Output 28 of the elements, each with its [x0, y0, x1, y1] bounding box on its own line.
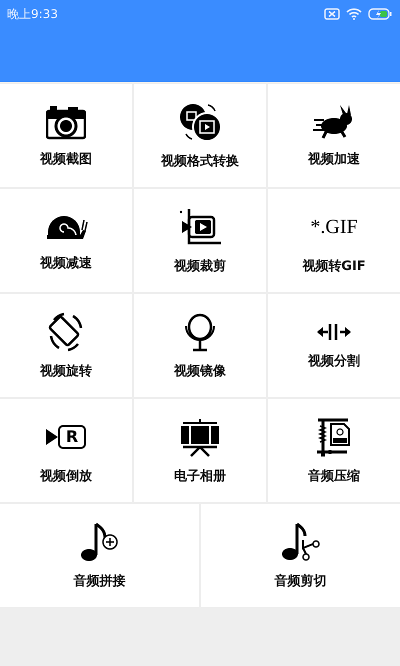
status-time: 晚上9:33 [7, 6, 58, 22]
tool-button[interactable]: 音频拼接 [0, 504, 199, 607]
gif-icon: *.GIF [310, 206, 358, 246]
tool-button[interactable]: R 视频倒放 [0, 399, 132, 502]
tool-button[interactable]: 视频截图 [0, 84, 132, 187]
tool-button[interactable]: 音频剪切 [201, 504, 400, 607]
wifi-icon [346, 8, 362, 20]
tool-button[interactable]: 电子相册 [134, 399, 266, 502]
tool-button[interactable]: 音频压缩 [268, 399, 400, 502]
battery-icon [368, 8, 392, 20]
tool-button[interactable]: 视频分割 [268, 294, 400, 397]
tool-button[interactable]: 视频减速 [0, 189, 132, 292]
tool-button[interactable]: 视频旋转 [0, 294, 132, 397]
tool-button[interactable]: 视频镜像 [134, 294, 266, 397]
tool-button[interactable]: 视频裁剪 [134, 189, 266, 292]
tool-button[interactable]: *.GIF 视频转GIF [268, 189, 400, 292]
mirror-icon [182, 312, 218, 352]
film-convert-icon [178, 102, 222, 142]
tool-button[interactable]: 视频加速 [268, 84, 400, 187]
file-press-icon [316, 416, 352, 456]
slideshow-icon [179, 416, 221, 456]
split-arrows-icon [316, 322, 352, 342]
sim-icon [324, 8, 340, 20]
music-note-plus-icon [80, 522, 120, 562]
camera-icon [46, 104, 86, 140]
video-crop-icon [178, 206, 222, 246]
tool-button[interactable]: 视频格式转换 [134, 84, 266, 187]
music-note-scissors-icon [280, 522, 320, 562]
